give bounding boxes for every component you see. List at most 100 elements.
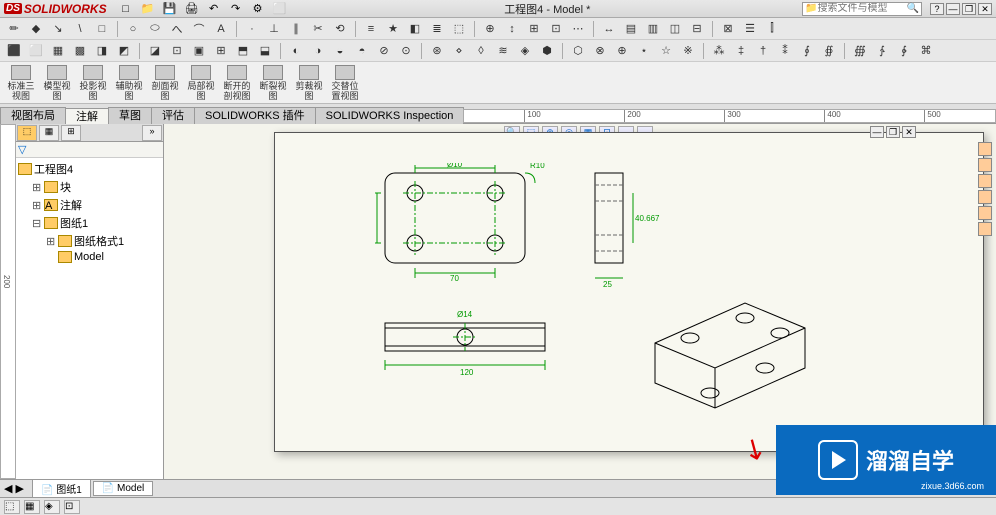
annotation-tool-icon[interactable]: ◒ bbox=[330, 42, 350, 60]
tree-toggle-icon[interactable]: ⊞ bbox=[32, 181, 42, 194]
taskpane-appearance-icon[interactable] bbox=[978, 206, 992, 220]
annotation-tool-icon[interactable]: ⬒ bbox=[233, 42, 253, 60]
tree-item[interactable]: ⊞A注解 bbox=[18, 196, 161, 214]
sketch-tool-icon[interactable]: ⊠ bbox=[718, 20, 738, 38]
command-tab[interactable]: SOLIDWORKS 插件 bbox=[194, 107, 316, 124]
qat-redo-icon[interactable]: ↷ bbox=[227, 1, 245, 17]
annotation-tool-icon[interactable]: ⌘ bbox=[916, 42, 936, 60]
search-input[interactable] bbox=[817, 3, 906, 14]
annotation-tool-icon[interactable]: ⬢ bbox=[537, 42, 557, 60]
annotation-tool-icon[interactable]: ◈ bbox=[515, 42, 535, 60]
annotation-tool-icon[interactable]: ⊙ bbox=[396, 42, 416, 60]
status-icon[interactable]: ⬚ bbox=[4, 500, 20, 514]
sketch-tool-icon[interactable]: ⊞ bbox=[524, 20, 544, 38]
view-command-button[interactable]: 局部视图 bbox=[184, 64, 218, 102]
annotation-tool-icon[interactable]: ⋄ bbox=[449, 42, 469, 60]
tab-nav-icons[interactable]: ◀ ▶ bbox=[4, 482, 24, 495]
annotation-tool-icon[interactable]: ▩ bbox=[70, 42, 90, 60]
taskpane-library-icon[interactable] bbox=[978, 158, 992, 172]
qat-new-icon[interactable]: □ bbox=[117, 1, 135, 17]
panel-tab-config-icon[interactable]: ⊞ bbox=[61, 125, 81, 141]
annotation-tool-icon[interactable]: ‡ bbox=[731, 42, 751, 60]
annotation-tool-icon[interactable]: ⋆ bbox=[634, 42, 654, 60]
sketch-tool-icon[interactable]: ◧ bbox=[405, 20, 425, 38]
annotation-tool-icon[interactable]: ◑ bbox=[308, 42, 328, 60]
sheet-tab[interactable]: 📄 图纸1 bbox=[32, 479, 91, 498]
taskpane-explorer-icon[interactable] bbox=[978, 174, 992, 188]
sketch-tool-icon[interactable]: ✏ bbox=[4, 20, 24, 38]
annotation-tool-icon[interactable]: ⊕ bbox=[612, 42, 632, 60]
taskpane-property-icon[interactable] bbox=[978, 222, 992, 236]
annotation-tool-icon[interactable]: ◨ bbox=[92, 42, 112, 60]
qat-print-icon[interactable]: 🖨 bbox=[183, 1, 201, 17]
restore-button[interactable]: ❐ bbox=[962, 3, 976, 15]
sketch-tool-icon[interactable]: ↔ bbox=[599, 20, 619, 38]
doc-restore-icon[interactable]: ❐ bbox=[886, 126, 900, 138]
filter-icon[interactable]: ▽ bbox=[18, 144, 26, 156]
annotation-tool-icon[interactable]: ☆ bbox=[656, 42, 676, 60]
help-button[interactable]: ? bbox=[930, 3, 944, 15]
sketch-tool-icon[interactable]: ⊟ bbox=[687, 20, 707, 38]
tree-item[interactable]: ⊞块 bbox=[18, 178, 161, 196]
qat-undo-icon[interactable]: ↶ bbox=[205, 1, 223, 17]
sketch-tool-icon[interactable]: ⫿ bbox=[762, 20, 782, 38]
annotation-tool-icon[interactable]: ▣ bbox=[189, 42, 209, 60]
view-command-button[interactable]: 剪裁视图 bbox=[292, 64, 326, 102]
view-command-button[interactable]: 标准三视图 bbox=[4, 64, 38, 102]
annotation-tool-icon[interactable]: ⊡ bbox=[167, 42, 187, 60]
doc-min-icon[interactable]: — bbox=[870, 126, 884, 138]
command-tab[interactable]: 草图 bbox=[108, 107, 152, 124]
taskpane-home-icon[interactable] bbox=[978, 142, 992, 156]
view-command-button[interactable]: 模型视图 bbox=[40, 64, 74, 102]
sketch-tool-icon[interactable]: ⊡ bbox=[546, 20, 566, 38]
sketch-tool-icon[interactable]: ↘ bbox=[48, 20, 68, 38]
annotation-tool-icon[interactable]: ※ bbox=[678, 42, 698, 60]
sketch-tool-icon[interactable]: ▥ bbox=[643, 20, 663, 38]
sketch-tool-icon[interactable]: ✂ bbox=[308, 20, 328, 38]
tree-item[interactable]: ⊞图纸格式1 bbox=[18, 232, 161, 250]
view-command-button[interactable]: 辅助视图 bbox=[112, 64, 146, 102]
doc-close-icon[interactable]: ✕ bbox=[902, 126, 916, 138]
sketch-tool-icon[interactable]: ↕ bbox=[502, 20, 522, 38]
status-icon[interactable]: ◈ bbox=[44, 500, 60, 514]
sheet-tab[interactable]: 📄 Model bbox=[93, 481, 153, 496]
annotation-tool-icon[interactable]: ⬓ bbox=[255, 42, 275, 60]
annotation-tool-icon[interactable]: ∲ bbox=[894, 42, 914, 60]
annotation-tool-icon[interactable]: ⬜ bbox=[26, 42, 46, 60]
sketch-tool-icon[interactable]: \ bbox=[70, 20, 90, 38]
annotation-tool-icon[interactable]: ⬡ bbox=[568, 42, 588, 60]
view-command-button[interactable]: 剖面视图 bbox=[148, 64, 182, 102]
taskpane-palette-icon[interactable] bbox=[978, 190, 992, 204]
annotation-tool-icon[interactable]: ∱ bbox=[872, 42, 892, 60]
close-button[interactable]: ✕ bbox=[978, 3, 992, 15]
tree-toggle-icon[interactable]: ⊟ bbox=[32, 217, 42, 230]
tree-item[interactable]: Model bbox=[18, 250, 161, 264]
status-icon[interactable]: ▦ bbox=[24, 500, 40, 514]
annotation-tool-icon[interactable]: ◊ bbox=[471, 42, 491, 60]
annotation-tool-icon[interactable]: ⬛ bbox=[4, 42, 24, 60]
qat-options-icon[interactable]: ⚙ bbox=[249, 1, 267, 17]
sketch-tool-icon[interactable]: ◫ bbox=[665, 20, 685, 38]
annotation-tool-icon[interactable]: ⊛ bbox=[427, 42, 447, 60]
panel-tab-feature-icon[interactable]: ⬚ bbox=[17, 125, 37, 141]
sketch-tool-icon[interactable]: ⊥ bbox=[264, 20, 284, 38]
qat-rebuild-icon[interactable]: ⬜ bbox=[271, 1, 289, 17]
qat-save-icon[interactable]: 💾 bbox=[161, 1, 179, 17]
annotation-tool-icon[interactable]: † bbox=[753, 42, 773, 60]
annotation-tool-icon[interactable]: ◓ bbox=[352, 42, 372, 60]
annotation-tool-icon[interactable]: ∯ bbox=[819, 42, 839, 60]
search-box[interactable]: 📁 🔍 bbox=[802, 2, 922, 16]
sketch-tool-icon[interactable]: ∥ bbox=[286, 20, 306, 38]
sketch-tool-icon[interactable]: A bbox=[211, 20, 231, 38]
tree-item[interactable]: ⊟图纸1 bbox=[18, 214, 161, 232]
search-icon[interactable]: 🔍 bbox=[907, 3, 919, 14]
tree-toggle-icon[interactable]: ⊞ bbox=[32, 199, 42, 212]
annotation-tool-icon[interactable]: ∮ bbox=[797, 42, 817, 60]
annotation-tool-icon[interactable]: ▦ bbox=[48, 42, 68, 60]
sketch-tool-icon[interactable]: ≣ bbox=[427, 20, 447, 38]
command-tab[interactable]: 视图布局 bbox=[0, 107, 66, 124]
tree-toggle-icon[interactable]: ⊞ bbox=[46, 235, 56, 248]
sketch-tool-icon[interactable]: ★ bbox=[383, 20, 403, 38]
annotation-tool-icon[interactable]: ⁂ bbox=[709, 42, 729, 60]
sketch-tool-icon[interactable]: ▤ bbox=[621, 20, 641, 38]
